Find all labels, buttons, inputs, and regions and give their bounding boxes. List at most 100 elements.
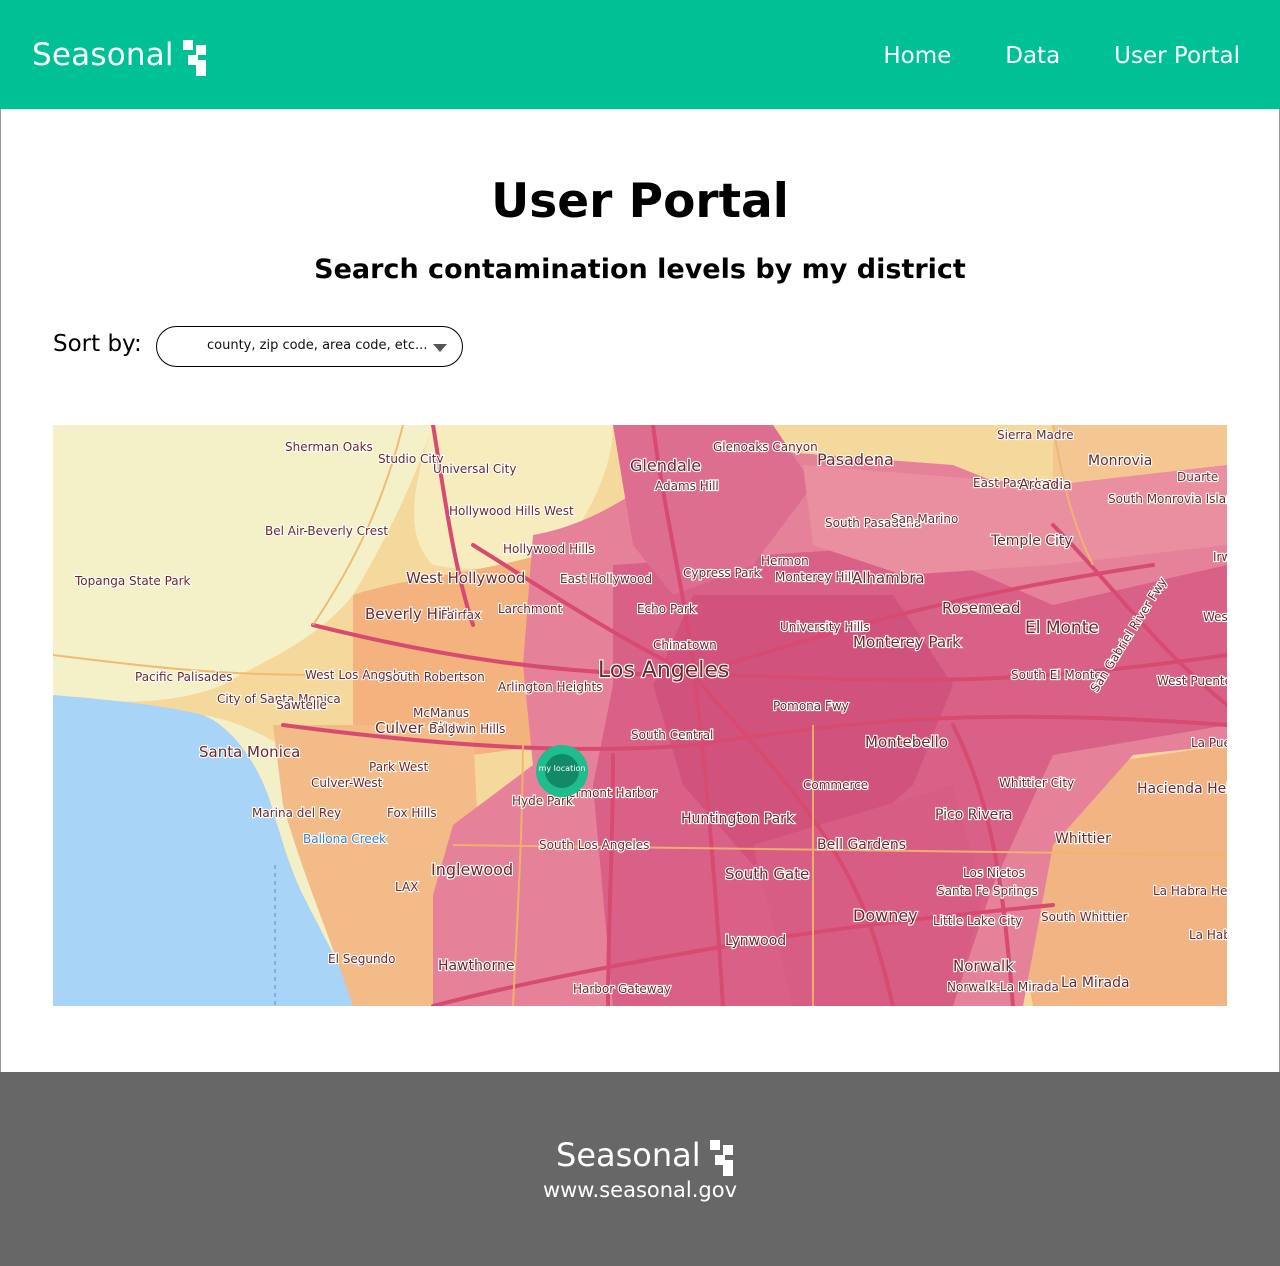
map-label: Ballona Creek (303, 832, 386, 846)
map-label: Arcadia (1019, 477, 1072, 493)
brand-name: Seasonal (32, 37, 174, 73)
map-label: Montebello (865, 733, 948, 751)
map-label: Glenoaks Canyon (713, 440, 818, 454)
map-label: Chinatown (653, 638, 717, 652)
map-label: Los Angeles (598, 658, 729, 683)
map-label: Sherman Oaks (285, 440, 373, 454)
map-label: Arlington Heights (498, 680, 602, 694)
map-label: South El Monte (1011, 668, 1102, 682)
map-label: Little Lake City (933, 914, 1022, 928)
map-label: Adams Hill (655, 479, 719, 493)
map-label: Los Nietos (963, 866, 1025, 880)
map-label: La Habra (1189, 928, 1227, 942)
map-label: San Marino (891, 512, 958, 526)
top-navbar: Seasonal Home Data User Portal (0, 0, 1280, 109)
map-label: Santa Monica (199, 743, 300, 761)
map-label: Whittier (1055, 831, 1111, 847)
location-marker-icon[interactable]: my location (536, 745, 588, 797)
map-label: Fox Hills (387, 806, 437, 820)
map-label: Whittier City (999, 776, 1074, 790)
seasonal-logo-icon (709, 1140, 736, 1176)
map-label: El Segundo (328, 952, 396, 966)
map-label: Larchmont (498, 602, 563, 616)
map-label: Universal City (433, 462, 516, 476)
map-label: Inglewood (431, 860, 513, 879)
map-label: Santa Fe Springs (937, 884, 1038, 898)
map-label: Echo Park (637, 602, 696, 616)
map-label: South Central (631, 728, 713, 742)
brand-logo[interactable]: Seasonal (32, 36, 209, 76)
map-label: Alhambra (852, 569, 925, 587)
map-label: Lynwood (725, 933, 786, 949)
nav-home-link[interactable]: Home (883, 40, 951, 72)
sort-by-value: county, zip code, area code, etc... (207, 338, 428, 353)
map-label: Huntington Park (681, 811, 795, 827)
map-label: Monterey Park (853, 633, 961, 651)
map-label: East Hollywood (560, 572, 652, 586)
map-label: Bell Gardens (817, 837, 906, 853)
map-label: La Habra Heights (1153, 884, 1227, 898)
map-label: Downey (853, 906, 918, 925)
page-subtitle: Search contamination levels by my distri… (314, 254, 966, 285)
footer-brand[interactable]: Seasonal (556, 1136, 736, 1176)
map-label: McManus (413, 706, 469, 720)
map-label: Norwalk (953, 957, 1014, 975)
map-label: Pico Rivera (935, 807, 1013, 823)
map-label: Hollywood Hills (503, 542, 594, 556)
map-label: La Mirada (1061, 975, 1130, 991)
footer-brand-name: Seasonal (556, 1136, 701, 1174)
nav-user-portal-link[interactable]: User Portal (1114, 40, 1240, 72)
map-label: Bel Air-Beverly Crest (265, 524, 388, 538)
map-label: South Gate (725, 865, 809, 883)
footer: Seasonal www.seasonal.gov (0, 1072, 1280, 1266)
map-label: Irwindale (1213, 550, 1227, 564)
map-label: Culver-West (311, 776, 383, 790)
map-label: El Monte (1025, 618, 1099, 638)
map-label: Pomona Fwy (773, 699, 849, 713)
map-label: Glendale (630, 456, 701, 475)
map-label: Temple City (990, 533, 1073, 549)
page-title: User Portal (491, 174, 789, 229)
contamination-map[interactable]: Sherman Oaks Studio City Universal City … (53, 425, 1227, 1006)
map-label: Cypress Park (683, 566, 760, 580)
map-label: Hollywood Hills West (449, 504, 574, 518)
map-label: South Robertson (385, 670, 485, 684)
map-label: Sierra Madre (997, 428, 1074, 442)
map-label: Hermon (761, 554, 809, 568)
map-label: South Whittier (1041, 910, 1128, 924)
map-label: Pacific Palisades (135, 670, 233, 684)
map-label: Monrovia (1088, 453, 1152, 469)
map-label: South Los Angeles (539, 838, 649, 852)
nav-data-link[interactable]: Data (1005, 40, 1060, 72)
map-label: West Hollywood (406, 569, 525, 587)
map-label: Hacienda Heights (1137, 781, 1227, 797)
map-label: West Puente Valley (1157, 674, 1227, 688)
footer-url-link[interactable]: www.seasonal.gov (0, 1176, 1280, 1204)
main-nav: Home Data User Portal (883, 40, 1240, 72)
map-label: Baldwin Hills (429, 722, 505, 736)
map-label: LAX (395, 880, 418, 894)
map-label: Harbor Gateway (573, 982, 671, 996)
map-label: Norwalk-La Mirada (947, 980, 1059, 994)
map-label: Monterey Hills (775, 570, 861, 584)
map-label: Pasadena (817, 450, 894, 469)
map-label: Rosemead (942, 599, 1021, 617)
map-label: University Hills (780, 620, 870, 634)
map-label: Commerce (803, 778, 868, 792)
map-label: Park West (369, 760, 429, 774)
map-label: Sawtelle (276, 698, 327, 712)
location-marker-label: my location (538, 764, 586, 773)
map-label: Hawthorne (438, 958, 514, 974)
sort-by-label: Sort by: (53, 331, 142, 357)
chevron-down-icon (433, 344, 447, 352)
sort-by-dropdown[interactable]: county, zip code, area code, etc... (156, 326, 463, 367)
map-label: West Covina (1203, 610, 1227, 624)
map-canvas: Sherman Oaks Studio City Universal City … (53, 425, 1227, 1006)
map-label: Fairfax (441, 608, 481, 622)
map-label: La Puente (1191, 736, 1227, 750)
seasonal-logo-icon (182, 40, 209, 76)
map-label: Duarte (1177, 470, 1218, 484)
map-label: Marina del Rey (252, 806, 341, 820)
map-label: South Monrovia Island (1108, 492, 1227, 506)
map-label: Topanga State Park (74, 574, 191, 588)
